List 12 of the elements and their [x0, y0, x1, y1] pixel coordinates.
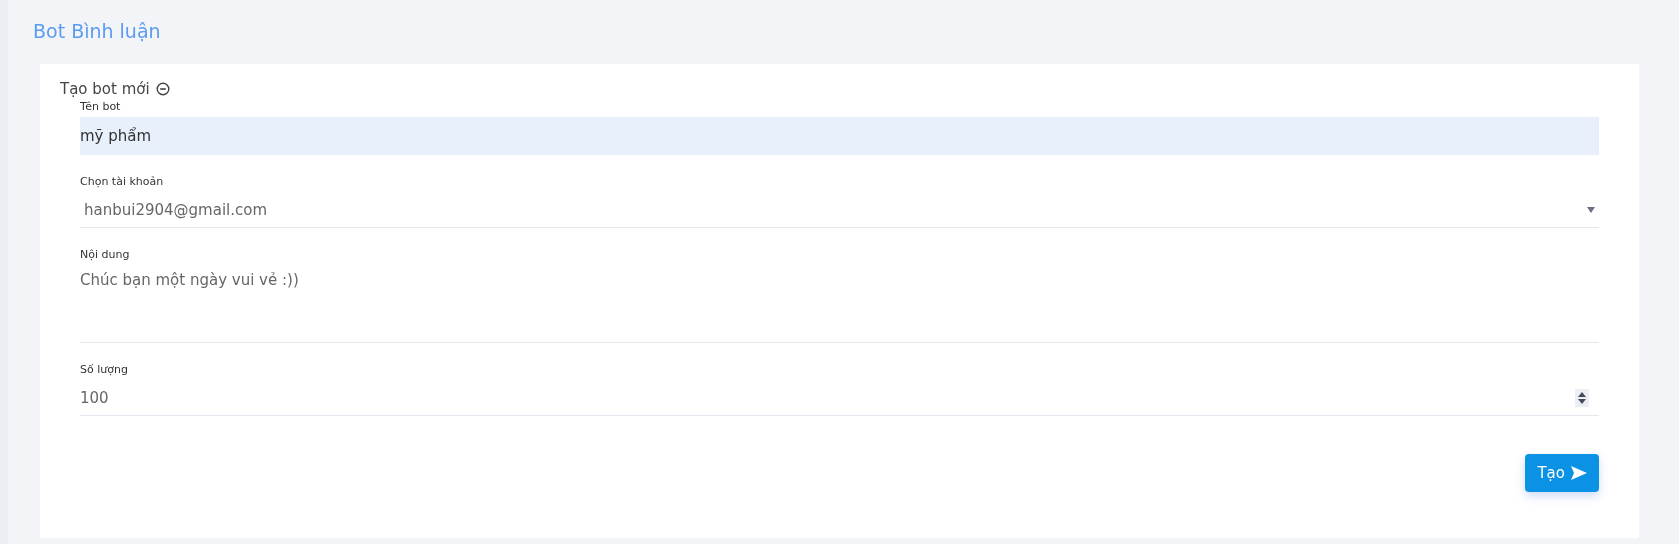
page-title: Bot Bình luận	[33, 20, 162, 42]
field-label: Tên bot	[80, 100, 122, 113]
field-label: Nội dung	[80, 248, 131, 261]
send-icon	[1571, 466, 1587, 480]
submit-button[interactable]: Tạo	[1525, 454, 1599, 492]
collapse-icon[interactable]	[155, 82, 170, 96]
text-input-field[interactable]: mỹ phẩm	[80, 117, 1599, 155]
field-label: Chọn tài khoản	[80, 175, 165, 188]
field-label: Số lượng	[80, 363, 129, 376]
dropdown-caret-icon	[1587, 206, 1595, 213]
spinner-icon[interactable]	[1575, 388, 1589, 407]
section-title: Tạo bot mới	[60, 80, 150, 98]
